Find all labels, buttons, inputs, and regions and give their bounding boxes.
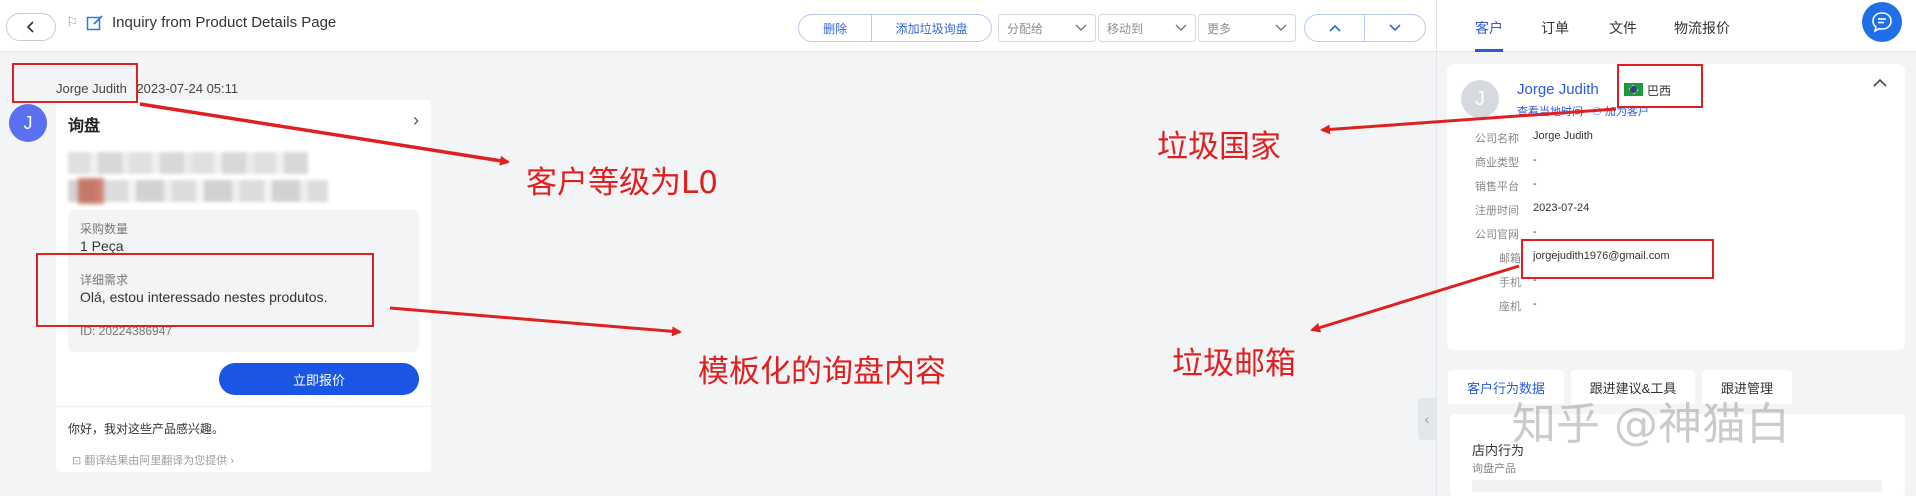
arrow-to-level-note [139,102,510,166]
arrow-to-template-note [389,306,682,337]
arrow-to-country-note [1320,107,1617,135]
annotation-template: 模板化的询盘内容 [698,354,946,390]
arrow-to-email-note [1310,264,1520,333]
annotation-spam-email: 垃圾邮箱 [1172,346,1296,382]
annotation-arrows [139,102,1617,337]
annotation-spam-country: 垃圾国家 [1157,129,1281,165]
annotation-level: 客户等级为L0 [526,165,718,201]
